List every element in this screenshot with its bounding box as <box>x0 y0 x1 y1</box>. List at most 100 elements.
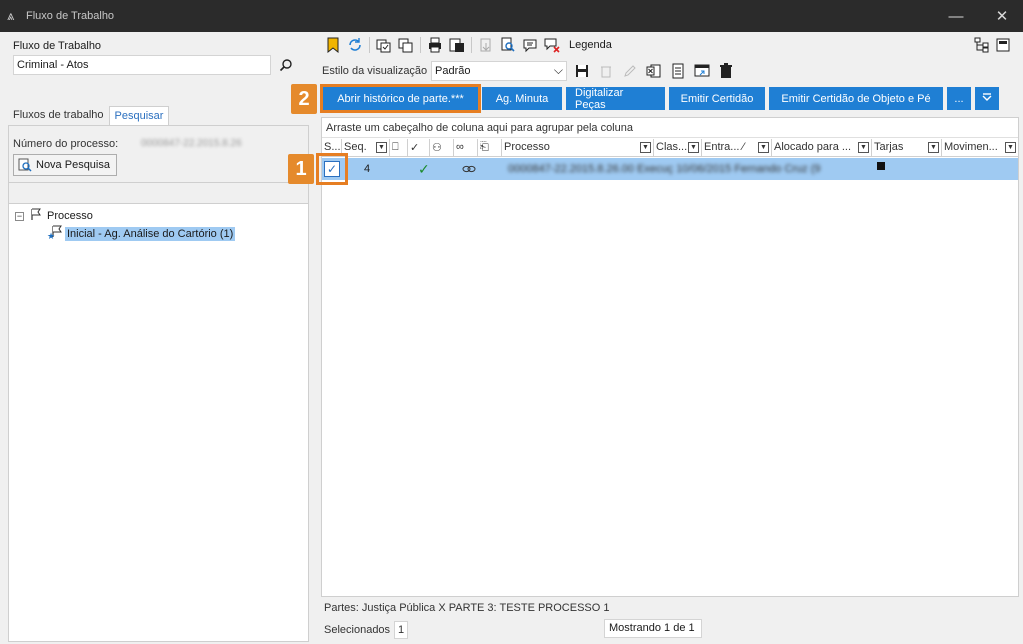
chevron-down-icon <box>982 92 992 105</box>
trash-icon[interactable] <box>716 61 736 81</box>
bookmark-icon: ⎕ <box>392 141 399 153</box>
save-doc-icon[interactable] <box>446 35 468 55</box>
link-icon <box>462 158 476 180</box>
row-seq: 4 <box>364 163 371 175</box>
fluxo-label: Fluxo de Trabalho <box>13 40 102 52</box>
col-header-link[interactable]: ∞ <box>454 139 478 157</box>
excel-icon[interactable] <box>644 61 664 81</box>
panel-icon[interactable] <box>996 37 1010 56</box>
people-icon: ⚇ <box>432 142 442 154</box>
process-tree: − Processo ★ Inicial - Ag. Análise do Ca… <box>8 204 309 642</box>
document-icon[interactable] <box>668 61 688 81</box>
chevron-down-icon: ⌵ <box>553 63 563 77</box>
toolbar-right <box>974 37 1010 56</box>
link-icon: ∞ <box>456 141 464 153</box>
grid-header: S... Seq. ▼ ⎕ ✓ ⚇ ∞ ⎗ Processo ▼ Clas... ▼ … <box>322 139 1018 157</box>
view-toolbar <box>572 61 736 81</box>
col-header-people[interactable]: ⚇ <box>430 139 454 157</box>
col-header-entra[interactable]: Entra... ⁄ ▼ <box>702 139 772 157</box>
check-icon: ✓ <box>410 142 420 154</box>
col-header-tarjas[interactable]: Tarjas ▼ <box>872 139 942 157</box>
estilo-select[interactable]: Padrão ⌵ <box>431 61 567 81</box>
document-stack-icon: ⎗ <box>480 141 489 153</box>
print-icon[interactable] <box>424 35 446 55</box>
flag-star-icon: ★ <box>47 225 63 243</box>
group-hint: Arraste um cabeçalho de coluna aqui para… <box>322 118 1018 138</box>
callout-badge-2: 2 <box>291 84 317 114</box>
svg-text:★: ★ <box>47 232 55 240</box>
search-panel: Número do processo: 0000847-22.2015.8.26… <box>8 125 309 204</box>
window-export-icon[interactable] <box>692 61 712 81</box>
col-header-movimen[interactable]: Movimen... ▼ <box>942 139 1018 157</box>
col-header-processo[interactable]: Processo ▼ <box>502 139 654 157</box>
ag-minuta-button[interactable]: Ag. Minuta <box>482 87 562 110</box>
tree-root-label: Processo <box>47 210 93 222</box>
refresh-icon[interactable] <box>344 35 366 55</box>
partes-status: Partes: Justiça Pública X PARTE 3: TESTE… <box>324 602 610 614</box>
tree-node-processo[interactable]: − Processo <box>15 208 93 224</box>
numero-value: 0000847-22.2015.8.26 <box>141 138 242 149</box>
more-actions-button[interactable]: ... <box>947 87 971 110</box>
search-footer <box>9 182 308 203</box>
right-pane: Legenda Estilo da visualização Padrão ⌵ … <box>318 32 1023 644</box>
copy-icon[interactable] <box>395 35 417 55</box>
tree-view-icon[interactable] <box>974 37 990 56</box>
nova-pesquisa-button[interactable]: Nova Pesquisa <box>13 154 117 176</box>
check-icon: ✓ <box>418 160 430 177</box>
main-toolbar: Legenda <box>322 35 612 55</box>
row-processo: 0000847-22.2015.8.26.00 Execuç 10/06/201… <box>508 163 821 175</box>
selecionados-label: Selecionados <box>324 624 391 636</box>
search-icon[interactable] <box>276 55 296 75</box>
comment-delete-icon[interactable] <box>541 35 563 55</box>
flag-icon <box>30 208 42 224</box>
col-header-s[interactable]: S... <box>322 139 342 157</box>
filter-dropdown-button[interactable] <box>975 87 999 110</box>
col-header-clas[interactable]: Clas... ▼ <box>654 139 702 157</box>
bookmark-icon[interactable] <box>322 35 344 55</box>
collapse-icon[interactable]: − <box>15 211 24 221</box>
estilo-value: Padrão <box>435 65 471 77</box>
tab-fluxos[interactable]: Fluxos de trabalho <box>8 106 109 125</box>
left-pane: Fluxo de Trabalho Criminal - Atos Fluxos… <box>0 32 318 644</box>
tree-child-label: Inicial - Ag. Análise do Cartório (1) <box>65 227 236 241</box>
minimize-button[interactable]: — <box>933 0 979 32</box>
estilo-label: Estilo da visualização <box>322 65 428 77</box>
emitir-certidao-button[interactable]: Emitir Certidão <box>669 87 765 110</box>
tree-node-inicial[interactable]: ★ Inicial - Ag. Análise do Cartório (1) <box>47 225 236 243</box>
digitalizar-pecas-button[interactable]: Digitalizar Peças <box>566 87 665 111</box>
col-header-check[interactable]: ✓ <box>408 139 430 157</box>
col-header-bookmark[interactable]: ⎕ <box>390 139 408 157</box>
nova-pesquisa-label: Nova Pesquisa <box>36 159 110 171</box>
table-row[interactable]: ✓ 4 ✓ 0000847-22.2015.8.26.00 Execuç 10/… <box>322 158 1018 180</box>
action-buttons: Abrir histórico de parte.*** Ag. Minuta … <box>323 87 999 111</box>
pencil-disabled-icon <box>620 61 640 81</box>
fluxo-input[interactable]: Criminal - Atos <box>13 55 271 75</box>
numero-label: Número do processo: <box>13 138 119 150</box>
selecionados-status: Selecionados 1 <box>324 621 409 639</box>
floppy-save-icon[interactable] <box>572 61 592 81</box>
emitir-certidao-objeto-button[interactable]: Emitir Certidão de Objeto e Pé <box>769 87 943 110</box>
abrir-historico-button[interactable]: Abrir histórico de parte.*** <box>323 87 478 110</box>
tab-pesquisar[interactable]: Pesquisar <box>108 106 170 125</box>
window-title: Fluxo de Trabalho <box>26 10 115 22</box>
app-logo-icon: ⩓ <box>7 8 15 23</box>
delete-disabled-icon <box>596 61 616 81</box>
col-header-seq[interactable]: Seq. ▼ <box>342 139 390 157</box>
process-grid: Arraste um cabeçalho de coluna aqui para… <box>321 117 1019 597</box>
comment-icon[interactable] <box>519 35 541 55</box>
highlight-frame <box>319 156 345 182</box>
export-icon <box>475 35 497 55</box>
title-bar: ⩓ Fluxo de Trabalho — ✕ <box>0 0 1023 32</box>
legenda-label[interactable]: Legenda <box>569 39 612 51</box>
left-tabs: Fluxos de trabalho Pesquisar <box>8 106 170 125</box>
col-header-doc[interactable]: ⎗ <box>478 139 502 157</box>
search-document-icon <box>18 158 32 172</box>
tarja-icon <box>877 158 885 180</box>
close-button[interactable]: ✕ <box>979 0 1023 32</box>
col-header-alocado[interactable]: Alocado para ... ▼ <box>772 139 872 157</box>
copy-check-icon[interactable] <box>373 35 395 55</box>
search-doc-icon[interactable] <box>497 35 519 55</box>
selecionados-value: 1 <box>394 621 409 639</box>
callout-badge-1: 1 <box>288 154 314 184</box>
mostrando-status: Mostrando 1 de 1 <box>604 619 702 638</box>
